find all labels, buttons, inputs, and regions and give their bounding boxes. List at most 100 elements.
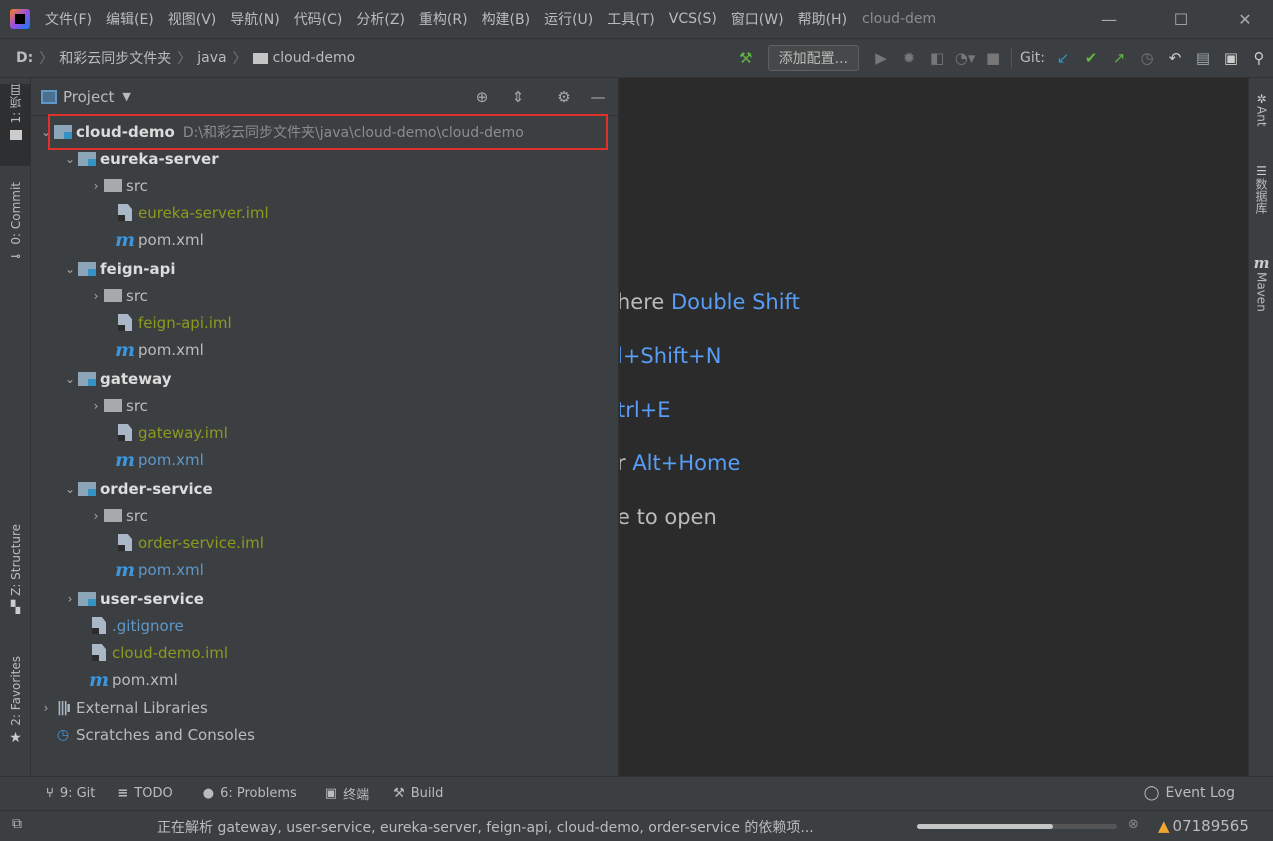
terminal-toggle-icon[interactable]: ▣	[1217, 44, 1245, 72]
tree-node-label: pom.xml	[138, 340, 204, 359]
expand-arrow-icon[interactable]: ›	[39, 701, 53, 715]
expand-arrow-icon[interactable]: ›	[89, 399, 103, 413]
locate-target-icon[interactable]: ⊕	[471, 86, 493, 108]
add-configuration-button[interactable]: 添加配置...	[767, 45, 860, 71]
menu-refactor[interactable]: 重构(R)	[412, 9, 475, 29]
breadcrumb-sync-folder[interactable]: 和彩云同步文件夹	[55, 48, 175, 68]
tab-database[interactable]: ☰ 数据库	[1249, 164, 1273, 240]
tab-project[interactable]: 1: 项目	[0, 84, 31, 166]
tab-commit[interactable]: 0: Commit ⊸	[0, 182, 31, 282]
breadcrumb-cloud-demo[interactable]: cloud-demo	[249, 50, 360, 66]
tree-node-user-service[interactable]: › user-service	[31, 585, 619, 612]
tab-maven[interactable]: m Maven	[1249, 254, 1273, 340]
tree-node-gateway[interactable]: ⌄ gateway	[31, 365, 619, 392]
tree-node-pom[interactable]: m pom.xml	[31, 226, 619, 253]
tree-node-src[interactable]: › src	[31, 172, 619, 199]
git-history-icon[interactable]: ◷	[1133, 44, 1161, 72]
menu-edit[interactable]: 编辑(E)	[99, 9, 161, 29]
build-hammer-icon[interactable]: ⚒	[732, 44, 760, 72]
tab-build[interactable]: ⚒ Build	[393, 786, 443, 801]
expand-arrow-icon[interactable]: ›	[89, 509, 103, 523]
menu-run[interactable]: 运行(U)	[537, 9, 600, 29]
breadcrumb-java[interactable]: java	[193, 50, 230, 66]
tree-node-pom[interactable]: m pom.xml	[31, 556, 619, 583]
tab-terminal[interactable]: ▣ 终端	[325, 784, 369, 803]
memory-warning-indicator[interactable]: ▲ 07189565	[1158, 817, 1249, 835]
collapse-all-icon[interactable]: ⇕	[507, 86, 529, 108]
menu-bar: 文件(F) 编辑(E) 视图(V) 导航(N) 代码(C) 分析(Z) 重构(R…	[0, 0, 1273, 38]
tree-node-iml-file[interactable]: cloud-demo.iml	[31, 639, 619, 666]
stop-icon[interactable]: ■	[979, 44, 1007, 72]
tab-structure[interactable]: Z: Structure ▚	[0, 524, 31, 630]
window-title: cloud-dem	[862, 11, 937, 27]
expand-arrow-icon[interactable]: ⌄	[63, 152, 77, 166]
tree-node-scratches[interactable]: ◷ Scratches and Consoles	[31, 721, 619, 748]
folder-icon	[103, 178, 123, 194]
tree-node-pom[interactable]: m pom.xml	[31, 446, 619, 473]
tab-ant[interactable]: ✲ Ant	[1249, 92, 1273, 156]
menu-code[interactable]: 代码(C)	[287, 9, 350, 29]
menu-vcs[interactable]: VCS(S)	[662, 11, 724, 27]
git-commit-icon[interactable]: ✔	[1077, 44, 1105, 72]
tree-node-iml-file[interactable]: order-service.iml	[31, 529, 619, 556]
tree-node-iml-file[interactable]: eureka-server.iml	[31, 199, 619, 226]
hint-text: here	[620, 290, 671, 314]
git-push-icon[interactable]: ↗	[1105, 44, 1133, 72]
tree-node-src[interactable]: › src	[31, 282, 619, 309]
expand-arrow-icon[interactable]: ⌄	[63, 372, 77, 386]
tab-problems[interactable]: ● 6: Problems	[203, 786, 297, 801]
expand-arrow-icon[interactable]: ›	[89, 289, 103, 303]
tree-node-pom[interactable]: m pom.xml	[31, 336, 619, 363]
hint-shortcut: Alt+Home	[632, 451, 741, 475]
menu-build[interactable]: 构建(B)	[475, 9, 538, 29]
tree-node-src[interactable]: › src	[31, 392, 619, 419]
run-icon[interactable]: ▶	[867, 44, 895, 72]
hide-panel-icon[interactable]: —	[587, 86, 609, 108]
menu-analyze[interactable]: 分析(Z)	[349, 9, 412, 29]
project-structure-icon[interactable]: ▤	[1189, 44, 1217, 72]
tree-node-eureka-server[interactable]: ⌄ eureka-server	[31, 145, 619, 172]
rollback-icon[interactable]: ↶	[1161, 44, 1189, 72]
expand-arrow-icon[interactable]: ⌄	[63, 262, 77, 276]
tree-node-gitignore[interactable]: .gitignore	[31, 612, 619, 639]
close-window-button[interactable]: ✕	[1222, 0, 1268, 38]
tree-node-iml-file[interactable]: gateway.iml	[31, 419, 619, 446]
tree-node-cloud-demo[interactable]: ⌄ cloud-demo D:\和彩云同步文件夹\java\cloud-demo…	[31, 118, 619, 145]
menu-file[interactable]: 文件(F)	[38, 9, 99, 29]
profile-icon[interactable]: ◔▾	[951, 44, 979, 72]
tree-node-pom[interactable]: m pom.xml	[31, 666, 619, 693]
event-log-button[interactable]: ◯ Event Log	[1144, 785, 1235, 801]
commit-icon: ⊸	[10, 248, 21, 263]
menu-tools[interactable]: 工具(T)	[600, 9, 661, 29]
breadcrumb-drive[interactable]: D:	[0, 50, 37, 66]
expand-arrow-icon[interactable]: ⌄	[63, 482, 77, 496]
tab-todo[interactable]: ≡ TODO	[117, 786, 172, 801]
tree-node-external-libraries[interactable]: › |||ı External Libraries	[31, 694, 619, 721]
menu-help[interactable]: 帮助(H)	[791, 9, 854, 29]
menu-window[interactable]: 窗口(W)	[724, 9, 791, 29]
expand-arrow-icon[interactable]: ›	[63, 592, 77, 606]
tree-node-src[interactable]: › src	[31, 502, 619, 529]
chevron-down-icon[interactable]: ▼	[122, 90, 130, 103]
maximize-button[interactable]: ☐	[1158, 0, 1204, 38]
cancel-task-icon[interactable]: ⊗	[1128, 817, 1139, 832]
minimize-button[interactable]: —	[1086, 0, 1132, 38]
coverage-icon[interactable]: ◧	[923, 44, 951, 72]
expand-arrow-icon[interactable]: ⌄	[39, 125, 53, 139]
toggle-tool-windows-icon[interactable]: ⧉	[12, 816, 22, 832]
tree-node-iml-file[interactable]: feign-api.iml	[31, 309, 619, 336]
module-icon	[77, 591, 97, 607]
menu-navigate[interactable]: 导航(N)	[223, 9, 286, 29]
debug-icon[interactable]: ✹	[895, 44, 923, 72]
tab-favorites[interactable]: 2: Favorites ★	[0, 656, 31, 762]
expand-arrow-icon[interactable]: ›	[89, 179, 103, 193]
tree-node-order-service[interactable]: ⌄ order-service	[31, 475, 619, 502]
search-icon[interactable]: ⚲	[1245, 44, 1273, 72]
git-update-icon[interactable]: ↙	[1049, 44, 1077, 72]
tab-git[interactable]: ⑂ 9: Git	[46, 786, 95, 801]
gear-icon[interactable]: ⚙	[553, 86, 575, 108]
project-view-selector[interactable]: Project	[63, 88, 114, 106]
tree-node-feign-api[interactable]: ⌄ feign-api	[31, 255, 619, 282]
tree-node-label: pom.xml	[138, 230, 204, 249]
menu-view[interactable]: 视图(V)	[161, 9, 224, 29]
